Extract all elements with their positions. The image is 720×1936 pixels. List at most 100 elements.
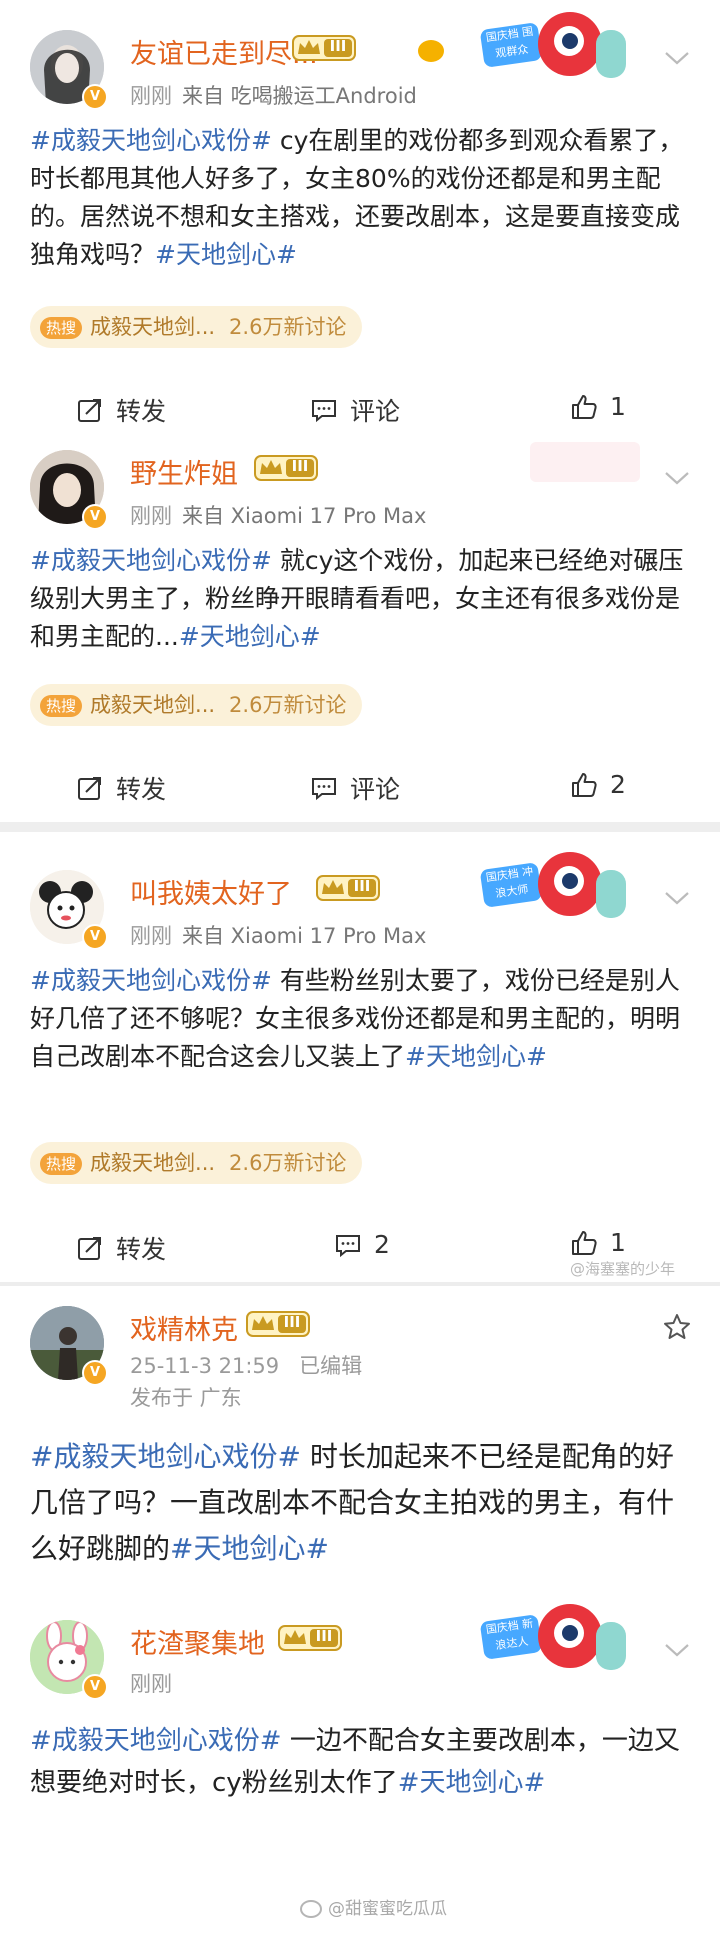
hashtag-link[interactable]: #成毅天地剑心戏份# [30, 546, 272, 575]
event-badge-label: 国庆档 冲浪大师 [479, 862, 543, 908]
post-source: 来自 Xiaomi 17 Pro Max [182, 924, 427, 948]
username[interactable]: 野生炸姐 [130, 452, 238, 491]
footer-watermark: @甜蜜蜜吃瓜瓜 [300, 1894, 447, 1919]
username[interactable]: 花渣聚集地 [130, 1622, 265, 1661]
post-4: V 戏精林克 III 25-11-3 21:59 已编辑 发布于 广东 #成毅天地… [0, 1286, 720, 1616]
hashtag-link[interactable]: #天地剑心# [405, 1042, 547, 1071]
level-text: III [283, 1313, 301, 1331]
verified-icon: V [82, 1674, 108, 1700]
hashtag-link[interactable]: #成毅天地剑心戏份# [30, 1440, 301, 1473]
post-text: #成毅天地剑心戏份# 就cy这个戏份，加起来已经绝对碾压级别大男主了，粉丝睁开眼… [30, 542, 690, 656]
post-3: V 叫我姨太好了 III 刚刚 来自 Xiaomi 17 Pro Max 国庆档 … [0, 832, 720, 1282]
level-text: III [291, 457, 309, 475]
hot-topic-chip[interactable]: 热搜 成毅天地剑... 2.6万新讨论 [30, 684, 363, 726]
like-icon [570, 771, 598, 799]
post-time: 刚刚 [130, 504, 172, 528]
event-badge-label: 国庆档 围观群众 [479, 22, 543, 68]
username[interactable]: 友谊已走到尽... [130, 32, 318, 71]
post-meta: 刚刚 [130, 1668, 172, 1698]
like-count: 1 [610, 1228, 626, 1257]
topic-count: 2.6万新讨论 [229, 693, 347, 717]
hot-search-icon: 热搜 [40, 1153, 83, 1175]
verified-icon: V [82, 84, 108, 110]
topic-count: 2.6万新讨论 [229, 1151, 347, 1175]
post-meta: 刚刚 来自 Xiaomi 17 Pro Max [130, 920, 426, 950]
comment-icon [334, 1231, 362, 1259]
level-text: III [329, 37, 347, 55]
star-icon[interactable] [662, 1312, 692, 1342]
like-icon [570, 1229, 598, 1257]
verified-icon: V [82, 504, 108, 530]
topic-count: 2.6万新讨论 [229, 315, 347, 339]
topic-name: 成毅天地剑... [90, 315, 216, 339]
hot-topic-chip[interactable]: 热搜 成毅天地剑... 2.6万新讨论 [30, 1142, 363, 1184]
sticker-icon [418, 40, 444, 62]
chevron-down-icon[interactable] [664, 1642, 690, 1658]
post-1: V 友谊已走到尽... III 刚刚 来自 吃喝搬运工Android 国庆档 围观… [0, 0, 720, 442]
hashtag-link[interactable]: #天地剑心# [179, 622, 321, 651]
repost-label: 转发 [116, 775, 167, 804]
post-text: #成毅天地剑心戏份# cy在剧里的戏份都多到观众看累了，时长都甩其他人好多了，女… [30, 122, 690, 274]
comment-icon [310, 774, 338, 802]
event-badge-label: 国庆档 新浪达人 [479, 1614, 543, 1660]
weibo-logo-icon [300, 1900, 322, 1918]
event-badge-icon: 国庆档 新浪达人 [479, 1604, 630, 1688]
decoration-icon [530, 442, 640, 482]
chevron-down-icon[interactable] [664, 470, 690, 486]
repost-icon [76, 774, 104, 802]
comment-label: 评论 [350, 775, 401, 804]
post-meta: 刚刚 来自 Xiaomi 17 Pro Max [130, 500, 426, 530]
event-badge-icon: 国庆档 围观群众 [479, 12, 630, 96]
comment-button[interactable]: 评论 [310, 392, 400, 428]
repost-button[interactable]: 转发 [76, 770, 166, 806]
divider [0, 822, 720, 832]
footer-watermark-text: @甜蜜蜜吃瓜瓜 [328, 1899, 447, 1919]
watermark: @海塞塞的少年 [570, 1260, 676, 1278]
post-meta: 25-11-3 21:59 已编辑 [130, 1350, 362, 1380]
post-text: #成毅天地剑心戏份# 时长加起来不已经是配角的好几倍了吗？一直改剧本不配合女主拍… [30, 1434, 690, 1572]
comment-label: 评论 [350, 397, 401, 426]
like-button[interactable]: 1 [570, 392, 626, 421]
hashtag-link[interactable]: #成毅天地剑心戏份# [30, 1726, 282, 1756]
post-2: V 野生炸姐 III 刚刚 来自 Xiaomi 17 Pro Max #成毅天地剑… [0, 442, 720, 822]
chevron-down-icon[interactable] [664, 50, 690, 66]
chevron-down-icon[interactable] [664, 890, 690, 906]
post-time: 刚刚 [130, 924, 172, 948]
topic-name: 成毅天地剑... [90, 1151, 216, 1175]
comment-button[interactable]: 评论 [310, 770, 400, 806]
post-source: 来自 Xiaomi 17 Pro Max [182, 504, 427, 528]
comment-count: 2 [374, 1230, 390, 1259]
username[interactable]: 戏精林克 [130, 1308, 238, 1347]
post-text: #成毅天地剑心戏份# 一边不配合女主要改剧本，一边又想要绝对时长，cy粉丝别太作… [30, 1720, 690, 1804]
like-button[interactable]: 1 [570, 1228, 626, 1257]
repost-icon [76, 1234, 104, 1262]
hashtag-link[interactable]: #成毅天地剑心戏份# [30, 966, 272, 995]
hashtag-link[interactable]: #天地剑心# [170, 1532, 329, 1565]
post-source: 来自 吃喝搬运工Android [182, 84, 417, 108]
topic-name: 成毅天地剑... [90, 693, 216, 717]
username[interactable]: 叫我姨太好了 [130, 872, 292, 911]
hashtag-link[interactable]: #成毅天地剑心戏份# [30, 126, 272, 155]
repost-label: 转发 [116, 397, 167, 426]
repost-button[interactable]: 转发 [76, 392, 166, 428]
repost-button[interactable]: 转发 [76, 1230, 166, 1266]
verified-icon: V [82, 924, 108, 950]
post-time: 25-11-3 21:59 [130, 1354, 280, 1378]
hot-search-icon: 热搜 [40, 695, 83, 717]
post-time: 刚刚 [130, 1672, 172, 1696]
hashtag-link[interactable]: #天地剑心# [155, 240, 297, 269]
like-button[interactable]: 2 [570, 770, 626, 799]
hot-search-icon: 热搜 [40, 317, 83, 339]
event-badge-icon: 国庆档 冲浪大师 [479, 852, 630, 936]
like-count: 1 [610, 392, 626, 421]
post-location: 发布于 广东 [130, 1386, 242, 1410]
hot-topic-chip[interactable]: 热搜 成毅天地剑... 2.6万新讨论 [30, 306, 363, 348]
like-icon [570, 393, 598, 421]
post-time: 刚刚 [130, 84, 172, 108]
comment-button[interactable]: 2 [334, 1230, 390, 1259]
level-text: III [353, 877, 371, 895]
verified-icon: V [82, 1360, 108, 1386]
repost-icon [76, 396, 104, 424]
post-meta: 刚刚 来自 吃喝搬运工Android [130, 80, 417, 110]
hashtag-link[interactable]: #天地剑心# [398, 1768, 546, 1798]
